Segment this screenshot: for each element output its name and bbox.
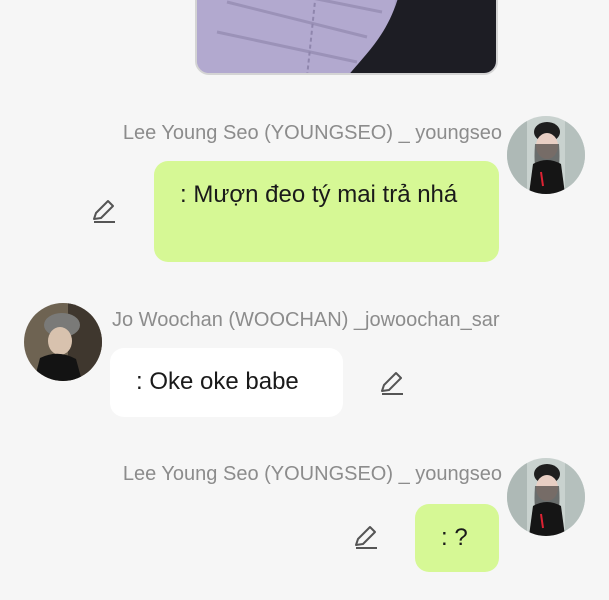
sender-name: Jo Woochan (WOOCHAN) _jowoochan_sar [112,309,500,331]
sender-name: Lee Young Seo (YOUNGSEO) _ youngseo [122,463,502,485]
sender-name: Lee Young Seo (YOUNGSEO) _ youngseo [122,122,502,144]
message-bubble-sent[interactable]: : Mượn đeo tý mai trả nhá [154,161,499,262]
photo-image [197,0,496,73]
pencil-icon[interactable] [378,369,406,397]
pencil-icon[interactable] [90,197,118,225]
message-bubble-sent[interactable]: : ? [415,504,499,572]
girl-avatar-icon[interactable] [507,458,585,536]
girl-avatar-icon[interactable] [507,116,585,194]
photo-message[interactable] [195,0,498,75]
boy-avatar-icon[interactable] [24,303,102,381]
message-bubble-received[interactable]: : Oke oke babe [110,348,343,417]
pencil-icon[interactable] [352,523,380,551]
